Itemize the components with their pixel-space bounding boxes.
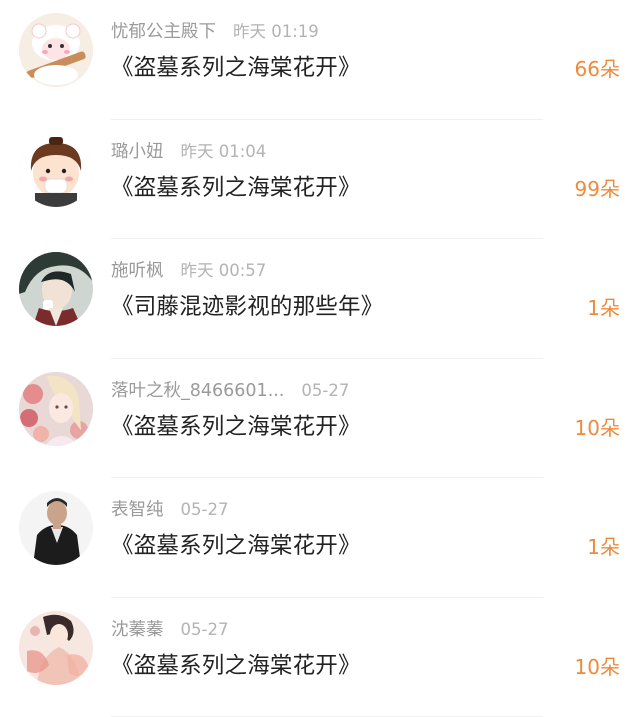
anime-man-icon: [19, 252, 93, 326]
timestamp: 05-27: [181, 498, 229, 522]
cartoon-sheep-icon: [19, 13, 93, 87]
flower-count: 1朵: [587, 294, 620, 322]
timestamp: 05-27: [301, 379, 349, 403]
flower-count: 66朵: [575, 55, 620, 83]
avatar[interactable]: [19, 491, 93, 565]
avatar[interactable]: [19, 133, 93, 207]
list-item[interactable]: 施听枫昨天 00:57 《司藤混迹影视的那些年》 1朵: [0, 239, 640, 359]
avatar[interactable]: [19, 252, 93, 326]
flower-count: 10朵: [575, 653, 620, 681]
list-item[interactable]: 璐小妞昨天 01:04 《盗墓系列之海棠花开》 99朵: [0, 120, 640, 240]
work-title[interactable]: 《盗墓系列之海棠花开》: [111, 411, 361, 443]
timestamp: 昨天 01:19: [233, 20, 319, 44]
cartoon-boy-icon: [19, 133, 93, 207]
gift-record-list: 忧郁公主殿下昨天 01:19 《盗墓系列之海棠花开》 66朵 璐小妞昨天 01:…: [0, 0, 640, 717]
work-title[interactable]: 《司藤混迹影视的那些年》: [111, 291, 383, 323]
timestamp: 昨天 01:04: [181, 140, 267, 164]
work-title[interactable]: 《盗墓系列之海棠花开》: [111, 52, 361, 84]
user-name[interactable]: 落叶之秋_8466601...: [111, 379, 284, 403]
floral-girl-icon: [19, 372, 93, 446]
item-meta: 落叶之秋_8466601... 05-27: [111, 379, 349, 403]
item-meta: 璐小妞昨天 01:04: [111, 140, 266, 164]
item-meta: 忧郁公主殿下昨天 01:19: [111, 20, 319, 44]
avatar[interactable]: [19, 611, 93, 685]
timestamp: 昨天 00:57: [181, 259, 267, 283]
user-name[interactable]: 施听枫: [111, 259, 164, 283]
list-item[interactable]: 忧郁公主殿下昨天 01:19 《盗墓系列之海棠花开》 66朵: [0, 0, 640, 120]
item-meta: 施听枫昨天 00:57: [111, 259, 266, 283]
flower-count: 99朵: [575, 175, 620, 203]
avatar[interactable]: [19, 372, 93, 446]
ancient-girl-icon: [19, 611, 93, 685]
man-photo-icon: [19, 491, 93, 565]
flower-count: 10朵: [575, 414, 620, 442]
work-title[interactable]: 《盗墓系列之海棠花开》: [111, 650, 361, 682]
user-name[interactable]: 沈蓁蓁: [111, 618, 164, 642]
user-name[interactable]: 表智纯: [111, 498, 164, 522]
timestamp: 05-27: [181, 618, 229, 642]
avatar[interactable]: [19, 13, 93, 87]
work-title[interactable]: 《盗墓系列之海棠花开》: [111, 172, 361, 204]
list-item[interactable]: 沈蓁蓁 05-27 《盗墓系列之海棠花开》 10朵: [0, 598, 640, 717]
work-title[interactable]: 《盗墓系列之海棠花开》: [111, 530, 361, 562]
flower-count: 1朵: [587, 533, 620, 561]
user-name[interactable]: 忧郁公主殿下: [111, 20, 216, 44]
list-item[interactable]: 表智纯 05-27 《盗墓系列之海棠花开》 1朵: [0, 478, 640, 598]
user-name[interactable]: 璐小妞: [111, 140, 164, 164]
item-meta: 表智纯 05-27: [111, 498, 228, 522]
item-meta: 沈蓁蓁 05-27: [111, 618, 228, 642]
list-item[interactable]: 落叶之秋_8466601... 05-27 《盗墓系列之海棠花开》 10朵: [0, 359, 640, 479]
